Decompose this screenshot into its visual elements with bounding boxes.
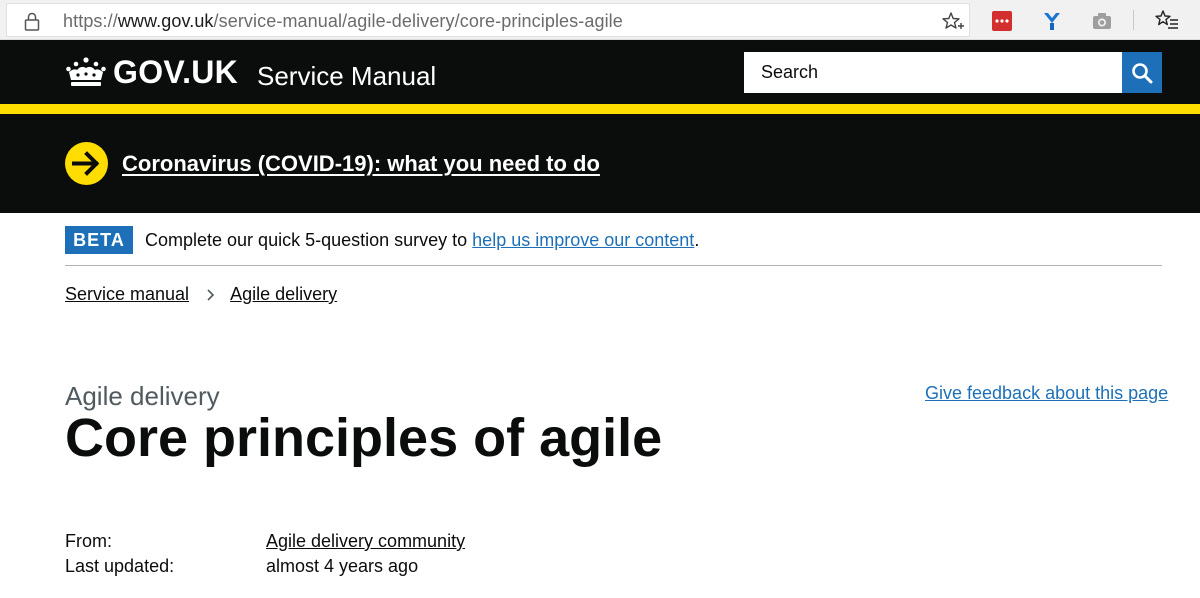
star-icon[interactable] — [942, 11, 964, 33]
favorites-icon[interactable] — [1155, 8, 1179, 32]
breadcrumb: Service manual Agile delivery — [65, 284, 337, 305]
chevron-right-icon — [207, 289, 215, 301]
meta-from-label: From: — [65, 531, 112, 551]
beta-feedback-link[interactable]: help us improve our content — [472, 230, 694, 250]
govuk-header: GOV.UK Service Manual Search — [0, 40, 1200, 104]
search-input[interactable]: Search — [744, 52, 1122, 93]
url-path: /service-manual/agile-delivery/core-prin… — [213, 11, 623, 31]
beta-divider — [65, 265, 1162, 266]
breadcrumb-agile-delivery[interactable]: Agile delivery — [230, 284, 337, 304]
search-button[interactable] — [1122, 52, 1162, 93]
beta-text-after: . — [694, 230, 700, 250]
service-name[interactable]: Service Manual — [257, 61, 436, 92]
page-title: Core principles of agile — [65, 408, 663, 468]
lock-icon — [24, 12, 40, 31]
breadcrumb-service-manual[interactable]: Service manual — [65, 284, 189, 304]
beta-banner-text: Complete our quick 5-question survey to … — [145, 230, 699, 251]
meta-updated-value: almost 4 years ago — [266, 556, 419, 576]
address-bar[interactable]: https://www.gov.uk/service-manual/agile-… — [6, 3, 970, 37]
beta-text-before: Complete our quick 5-question survey to — [145, 230, 473, 250]
browser-toolbar: https://www.gov.uk/service-manual/agile-… — [0, 0, 1200, 40]
crown-icon[interactable] — [65, 57, 107, 87]
govuk-logo-text[interactable]: GOV.UK — [113, 54, 238, 91]
extension-blue-icon[interactable] — [1041, 10, 1063, 32]
search-placeholder: Search — [761, 62, 819, 82]
meta-updated-label: Last updated: — [65, 556, 175, 576]
url-domain: www.gov.uk — [117, 11, 214, 31]
header-yellow-rule — [0, 104, 1200, 114]
search-icon — [1132, 63, 1153, 84]
meta-from-link[interactable]: Agile delivery community — [266, 531, 465, 552]
extension-red-icon[interactable] — [991, 10, 1013, 32]
covid-banner: Coronavirus (COVID-19): what you need to… — [0, 114, 1200, 213]
camera-icon[interactable] — [1091, 10, 1113, 32]
url-text[interactable]: https://www.gov.uk/service-manual/agile-… — [63, 11, 623, 32]
arrow-right-circle-icon — [65, 142, 108, 185]
toolbar-separator — [1133, 10, 1134, 30]
give-feedback-link[interactable]: Give feedback about this page — [925, 383, 1168, 404]
beta-tag: BETA — [65, 226, 133, 254]
url-prefix: https:// — [63, 11, 118, 31]
covid-link[interactable]: Coronavirus (COVID-19): what you need to… — [122, 151, 600, 177]
